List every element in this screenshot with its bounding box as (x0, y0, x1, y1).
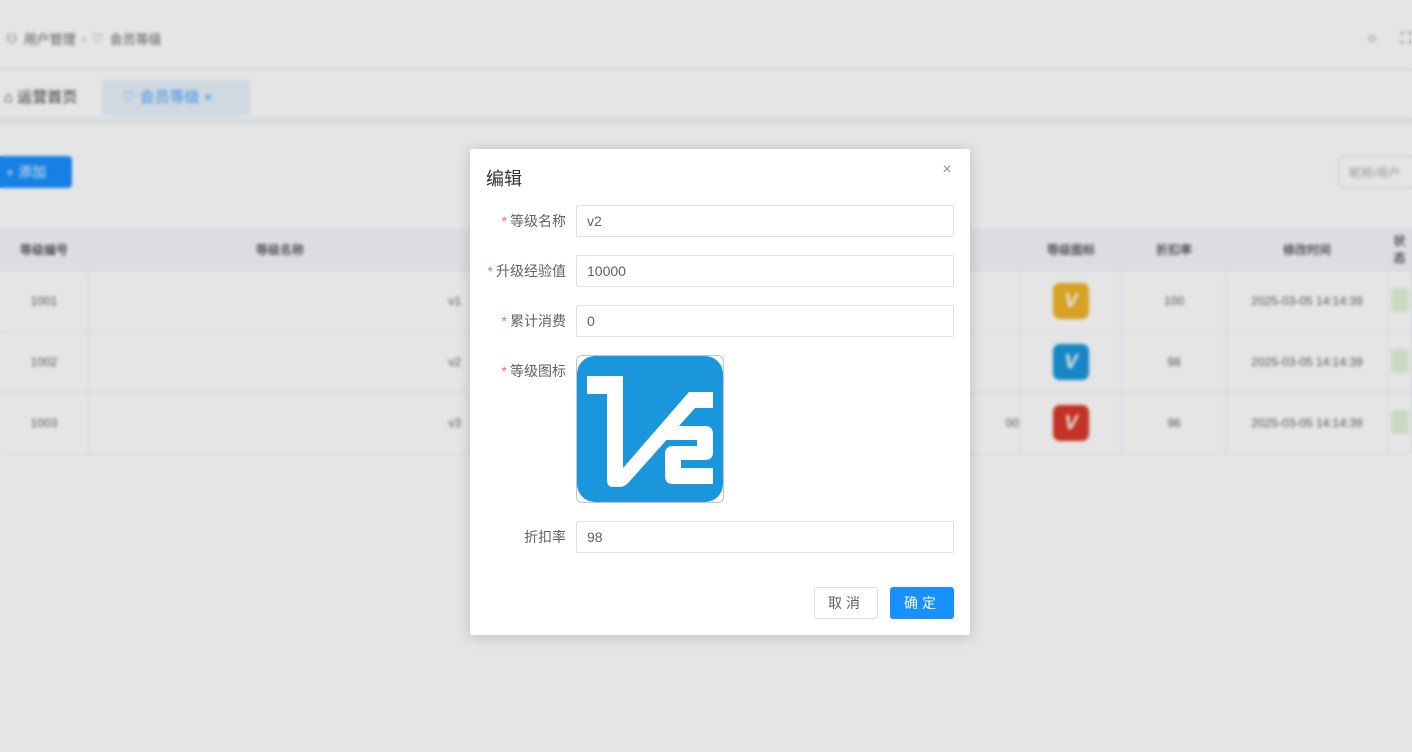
discount-label: 折扣率 (524, 529, 566, 545)
label-text: 等级名称 (510, 213, 566, 229)
form-row-total-spend: * 累计消费 (470, 305, 970, 337)
confirm-button[interactable]: 确定 (890, 587, 954, 619)
level-icon-upload[interactable] (576, 355, 724, 503)
dialog-title: 编辑 (486, 169, 522, 189)
label-text: 累计消费 (510, 313, 566, 329)
upgrade-exp-label: * 升级经验值 (488, 255, 566, 287)
form-row-discount: 折扣率 (470, 521, 970, 553)
level-icon-label: * 等级图标 (502, 355, 566, 387)
required-mark: * (501, 363, 507, 379)
required-mark: * (501, 313, 507, 329)
level-name-label: * 等级名称 (502, 205, 566, 237)
cancel-button[interactable]: 取消 (814, 587, 878, 619)
v2-level-icon (577, 356, 723, 502)
form-row-level-name: * 等级名称 (470, 205, 970, 237)
total-spend-label: * 累计消费 (502, 305, 566, 337)
close-icon[interactable]: × (940, 162, 954, 178)
total-spend-input[interactable] (576, 305, 954, 337)
required-mark: * (501, 213, 507, 229)
label-text: 等级图标 (510, 363, 566, 379)
form-row-upgrade-exp: * 升级经验值 (470, 255, 970, 287)
edit-dialog: 编辑 × *等级名称 *升级经验值 *累计消费 *等级图标 折扣率 取消 确定 (470, 149, 970, 635)
discount-input[interactable] (576, 521, 954, 553)
upgrade-exp-input[interactable] (576, 255, 954, 287)
label-text: 升级经验值 (496, 263, 566, 279)
level-name-input[interactable] (576, 205, 954, 237)
required-mark: * (487, 263, 493, 279)
